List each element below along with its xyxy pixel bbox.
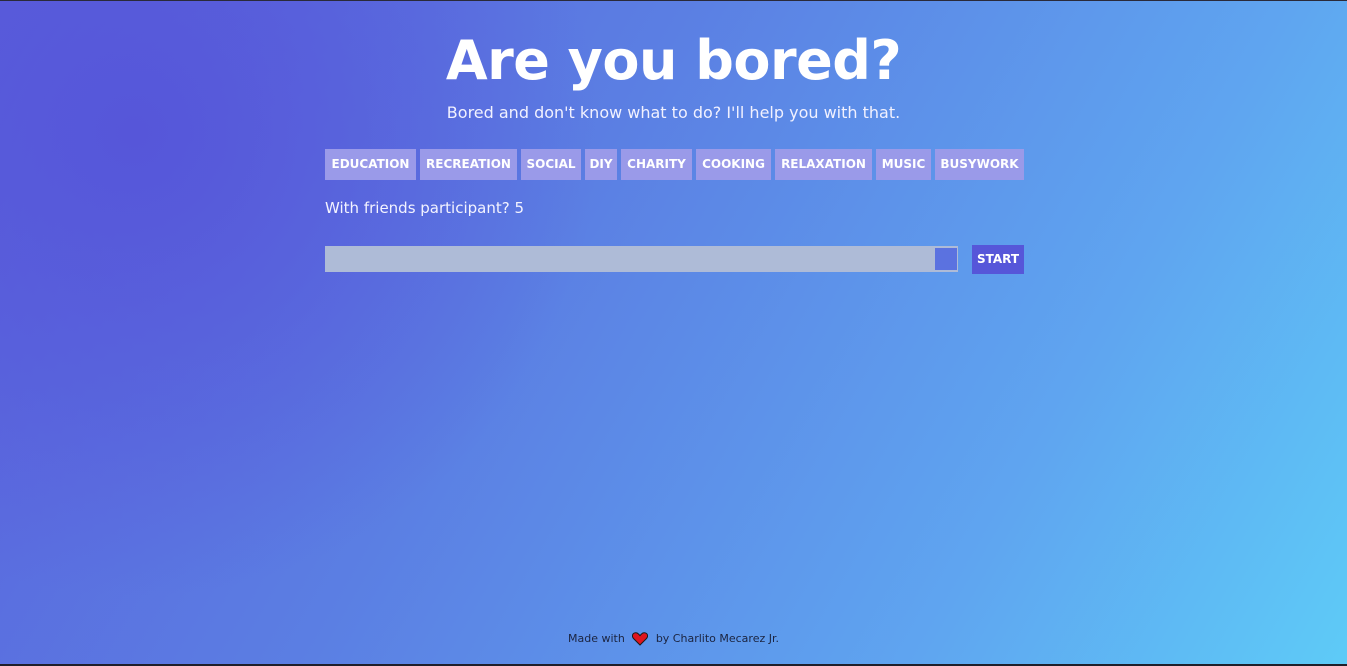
window-top-border	[0, 0, 1347, 1]
category-recreation-button[interactable]: RECREATION	[420, 149, 517, 180]
category-busywork-button[interactable]: BUSYWORK	[935, 149, 1024, 180]
category-social-button[interactable]: SOCIAL	[521, 149, 581, 180]
category-bar: EDUCATION RECREATION SOCIAL DIY CHARITY …	[325, 149, 1025, 180]
footer: Made with by Charlito Mecarez Jr.	[0, 630, 1347, 648]
slider-thumb[interactable]	[935, 248, 957, 270]
participant-label: With friends participant? 5	[325, 199, 524, 217]
category-relaxation-button[interactable]: RELAXATION	[775, 149, 872, 180]
heart-icon	[632, 632, 649, 646]
category-education-button[interactable]: EDUCATION	[325, 149, 416, 180]
category-cooking-button[interactable]: COOKING	[696, 149, 771, 180]
start-button[interactable]: START	[972, 245, 1024, 274]
footer-prefix: Made with	[567, 632, 625, 645]
footer-suffix: by Charlito Mecarez Jr.	[655, 632, 779, 645]
page-subtitle: Bored and don't know what to do? I'll he…	[446, 103, 901, 122]
page-title: Are you bored?	[445, 29, 902, 92]
category-music-button[interactable]: MUSIC	[876, 149, 931, 180]
participant-slider[interactable]	[325, 246, 958, 272]
category-charity-button[interactable]: CHARITY	[621, 149, 692, 180]
category-diy-button[interactable]: DIY	[585, 149, 617, 180]
